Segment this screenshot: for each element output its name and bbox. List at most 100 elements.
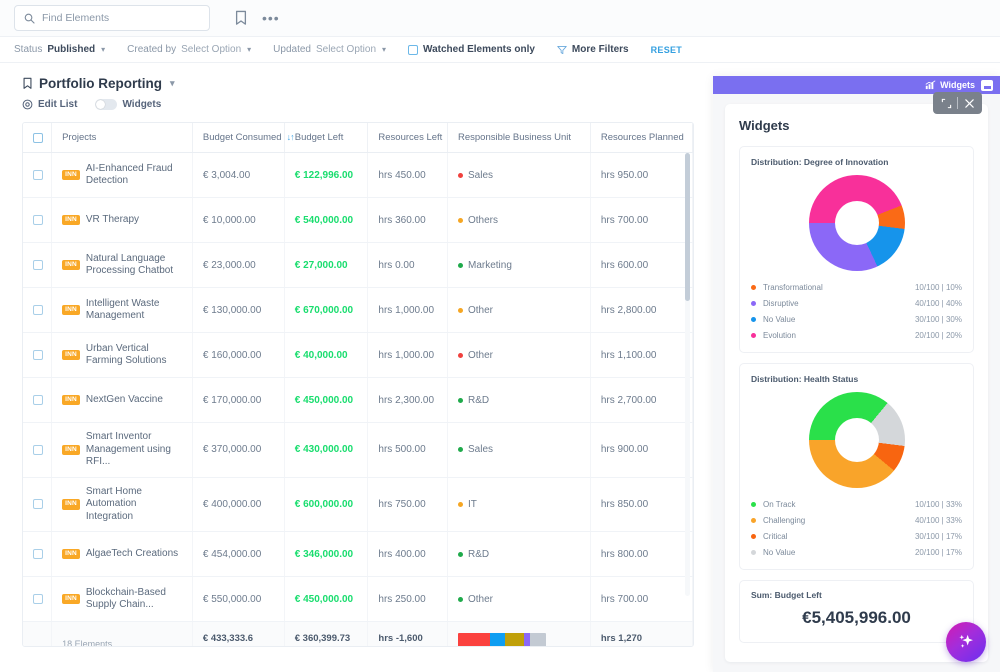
project-name: Natural Language Processing Chatbot [85, 252, 174, 277]
row-checkbox[interactable] [33, 499, 43, 510]
project-name: Blockchain-Based Supply Chain... [85, 586, 166, 611]
cell-budget-left: € 670,000.00 [284, 287, 369, 333]
column-label: Resources Planned [600, 132, 684, 143]
row-checkbox[interactable] [33, 215, 43, 225]
more-filters-button[interactable]: More Filters [557, 44, 629, 55]
row-checkbox[interactable] [33, 549, 43, 559]
table-scrollbar-thumb[interactable] [685, 153, 690, 301]
budget-left-value: € 450,000.00 [294, 593, 354, 605]
table-row[interactable]: INN AI-Enhanced Fraud Detection € 3,004.00… [23, 152, 693, 198]
table-row[interactable]: INN NextGen Vaccine € 170,000.00 € 450,000.… [23, 377, 693, 423]
column-header-resources-planned[interactable]: Resources Planned [590, 123, 693, 153]
column-header-budget-left[interactable]: Budget Left [284, 123, 369, 153]
legend-label: Evolution [763, 330, 796, 340]
cell-resources-planned: hrs 800.00 [590, 531, 693, 577]
select-all-checkbox[interactable] [33, 132, 43, 143]
table-row[interactable]: INN VR Therapy € 10,000.00 € 540,000.00 hrs … [23, 197, 693, 243]
select-all-header[interactable] [23, 123, 53, 153]
table-row[interactable]: INN AlgaeTech Creations € 454,000.00 € 346,… [23, 531, 693, 577]
row-select-cell[interactable] [23, 422, 53, 478]
row-checkbox[interactable] [33, 305, 43, 315]
status-dot [458, 596, 463, 602]
reset-filters-button[interactable]: RESET [651, 45, 683, 55]
column-header-resources-left[interactable]: Resources Left [367, 123, 448, 153]
legend-label: Critical [763, 531, 788, 541]
row-checkbox[interactable] [33, 395, 43, 405]
column-header-budget-consumed[interactable]: Budget Consumed ↓↑ [192, 123, 295, 153]
row-select-cell[interactable] [23, 576, 53, 622]
table-row[interactable]: INN Smart Home Automation Integration € 40… [23, 477, 693, 532]
row-checkbox[interactable] [33, 444, 43, 455]
filter-status[interactable]: Status Published ▾ [14, 44, 105, 55]
table-row[interactable]: INN Urban Vertical Farming Solutions € 160… [23, 332, 693, 378]
row-checkbox[interactable] [33, 594, 43, 604]
summary-budget-consumed: € 433,333.6Average [192, 621, 285, 646]
filter-updated-value[interactable]: Select Option [316, 44, 376, 55]
widgets-toggle-switch[interactable] [95, 99, 118, 110]
row-select-cell[interactable] [23, 242, 53, 288]
cell-project: INN Smart Inventor Management using RFI..… [51, 422, 193, 478]
project-name: NextGen Vaccine [85, 393, 163, 405]
gear-icon [22, 99, 33, 110]
watched-elements-checkbox[interactable] [408, 44, 419, 55]
business-unit-label: R&D [468, 548, 490, 560]
row-select-cell[interactable] [23, 332, 53, 378]
row-select-cell[interactable] [23, 152, 53, 198]
search-field[interactable] [14, 5, 210, 31]
chevron-down-icon[interactable]: ▾ [170, 78, 175, 89]
filter-status-value[interactable]: Published [47, 44, 95, 55]
filter-created-by[interactable]: Created by Select Option ▾ [127, 44, 251, 55]
row-checkbox[interactable] [33, 260, 43, 270]
filter-created-by-value[interactable]: Select Option [181, 44, 241, 55]
bookmark-icon[interactable] [234, 10, 248, 26]
row-select-cell[interactable] [23, 531, 53, 577]
legend-item: Transformational 10/100 | 10% [751, 279, 962, 295]
cell-project: INN VR Therapy [51, 197, 193, 243]
filter-updated[interactable]: Updated Select Option ▾ [273, 44, 386, 55]
projects-table: Projects Budget Consumed ↓↑ Budget Left R… [23, 123, 693, 646]
column-header-projects[interactable]: Projects [51, 123, 193, 153]
legend-value: 20/100 | 20% [914, 330, 962, 340]
legend-item: On Track 10/100 | 33% [751, 496, 962, 512]
legend-label: Challenging [763, 515, 806, 525]
business-unit-label: Others [468, 214, 499, 226]
sparkle-icon [955, 631, 977, 653]
summary-count: 18 Elements [51, 621, 193, 646]
column-header-responsible-business-unit[interactable]: Responsible Business Unit [447, 123, 591, 153]
row-select-cell[interactable] [23, 377, 53, 423]
summary-spacer [23, 621, 53, 646]
table-row[interactable]: INN Intelligent Waste Management € 130,000… [23, 287, 693, 333]
restore-icon[interactable] [935, 92, 957, 114]
business-unit-label: Sales [468, 444, 494, 456]
project-name: AI-Enhanced Fraud Detection [85, 162, 173, 187]
table-row[interactable]: INN Natural Language Processing Chatbot € … [23, 242, 693, 288]
table-row[interactable]: INN Blockchain-Based Supply Chain... € 550… [23, 576, 693, 622]
row-checkbox[interactable] [33, 170, 43, 180]
row-select-cell[interactable] [23, 287, 53, 333]
column-label: Resources Left [378, 132, 443, 143]
row-select-cell[interactable] [23, 197, 53, 243]
table-summary: 18 Elements€ 433,333.6Average€ 360,399.7… [23, 621, 693, 646]
cell-resources-planned: hrs 1,100.00 [590, 332, 693, 378]
cell-project: INN Blockchain-Based Supply Chain... [51, 576, 193, 622]
ai-assistant-button[interactable] [946, 622, 986, 662]
widgets-toggle[interactable]: Widgets [95, 99, 161, 110]
app-root: ••• Status Published ▾ Created by Select… [0, 0, 1000, 672]
legend-item: Evolution 20/100 | 20% [751, 327, 962, 343]
row-select-cell[interactable] [23, 477, 53, 532]
summary-resources-planned: hrs 1,270Average [590, 621, 693, 646]
edit-list-button[interactable]: Edit List [22, 99, 77, 110]
more-options-icon[interactable]: ••• [262, 11, 280, 25]
widgets-panel-titlebar-label: Widgets [940, 80, 975, 90]
table-row[interactable]: INN Smart Inventor Management using RFI..… [23, 422, 693, 478]
filter-watched-only[interactable]: Watched Elements only [408, 44, 535, 55]
minimize-icon[interactable] [981, 79, 993, 91]
sort-icon[interactable]: ↓↑ [287, 132, 295, 142]
search-input[interactable] [42, 12, 200, 24]
close-icon[interactable] [958, 92, 980, 114]
cell-resources-left: hrs 750.00 [367, 477, 448, 532]
cell-budget-consumed: € 400,000.00 [192, 477, 285, 532]
summary-row: 18 Elements€ 433,333.6Average€ 360,399.7… [23, 621, 693, 646]
row-checkbox[interactable] [33, 350, 43, 360]
widgets-panel: Widgets Widgets Distribution: Degree of … [713, 76, 1000, 672]
